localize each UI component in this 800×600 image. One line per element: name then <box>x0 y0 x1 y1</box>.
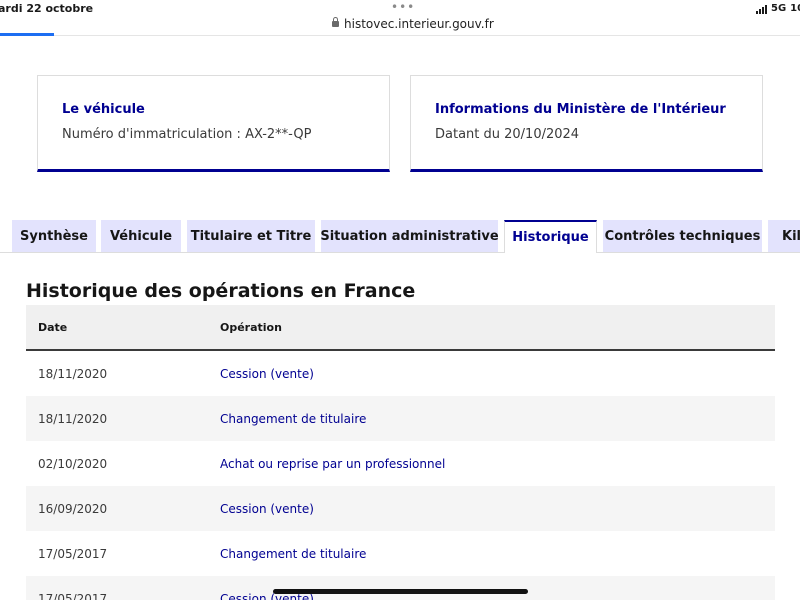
table-row: 02/10/2020 Achat ou reprise par un profe… <box>26 441 775 486</box>
tab-titulaire-titre[interactable]: Titulaire et Titre <box>187 220 315 252</box>
registration-number: Numéro d'immatriculation : AX-2**-QP <box>62 127 312 142</box>
row-date: 17/05/2017 <box>38 591 108 600</box>
status-indicators: 5G 10 <box>756 3 800 14</box>
table-body: 18/11/2020 Cession (vente) 18/11/2020 Ch… <box>26 351 775 600</box>
tab-kilometrage[interactable]: Kilo <box>768 220 800 252</box>
table-header: Date Opération <box>26 305 775 351</box>
tab-vehicule[interactable]: Véhicule <box>101 220 181 252</box>
ministry-card-title: Informations du Ministère de l'Intérieur <box>435 102 726 117</box>
tab-synthese[interactable]: Synthèse <box>12 220 96 252</box>
row-operation: Cession (vente) <box>220 501 314 516</box>
row-date: 18/11/2020 <box>38 366 108 381</box>
ministry-card: Informations du Ministère de l'Intérieur… <box>410 75 763 172</box>
table-row: 18/11/2020 Changement de titulaire <box>26 396 775 441</box>
browser-status-bar: ardi 22 octobre ••• histovec.interieur.g… <box>0 0 800 36</box>
tab-historique[interactable]: Historique <box>504 220 597 253</box>
row-operation: Changement de titulaire <box>220 546 367 561</box>
vehicle-card-title: Le véhicule <box>62 102 145 117</box>
row-date: 17/05/2017 <box>38 546 108 561</box>
table-row: 17/05/2017 Changement de titulaire <box>26 531 775 576</box>
data-date: Datant du 20/10/2024 <box>435 127 580 142</box>
row-operation: Changement de titulaire <box>220 411 367 426</box>
row-date: 16/09/2020 <box>38 501 108 516</box>
table-row: 16/09/2020 Cession (vente) <box>26 486 775 531</box>
browser-tab-indicator <box>0 33 54 36</box>
header-operation: Opération <box>220 320 282 334</box>
battery-level: 10 <box>790 3 800 14</box>
status-date: ardi 22 octobre <box>0 2 94 15</box>
url-text: histovec.interieur.gouv.fr <box>344 17 494 31</box>
header-date: Date <box>38 320 68 334</box>
tab-bar: Synthèse Véhicule Titulaire et Titre Sit… <box>0 220 800 253</box>
tab-situation-administrative[interactable]: Situation administrative <box>321 220 498 252</box>
address-bar[interactable]: histovec.interieur.gouv.fr <box>332 17 494 31</box>
row-date: 02/10/2020 <box>38 456 108 471</box>
row-date: 18/11/2020 <box>38 411 108 426</box>
section-title: Historique des opérations en France <box>26 280 416 302</box>
row-operation: Achat ou reprise par un professionnel <box>220 456 446 471</box>
operations-table: Date Opération 18/11/2020 Cession (vente… <box>26 305 775 600</box>
network-type: 5G <box>771 3 787 14</box>
tab-controles-techniques[interactable]: Contrôles techniques <box>603 220 762 252</box>
table-row: 18/11/2020 Cession (vente) <box>26 351 775 396</box>
more-dots-icon[interactable]: ••• <box>391 1 415 13</box>
signal-icon <box>756 5 767 14</box>
vehicle-card: Le véhicule Numéro d'immatriculation : A… <box>37 75 390 172</box>
lock-icon <box>332 17 339 27</box>
home-indicator[interactable] <box>273 589 528 594</box>
row-operation: Cession (vente) <box>220 366 314 381</box>
table-row: 17/05/2017 Cession (vente) <box>26 576 775 600</box>
